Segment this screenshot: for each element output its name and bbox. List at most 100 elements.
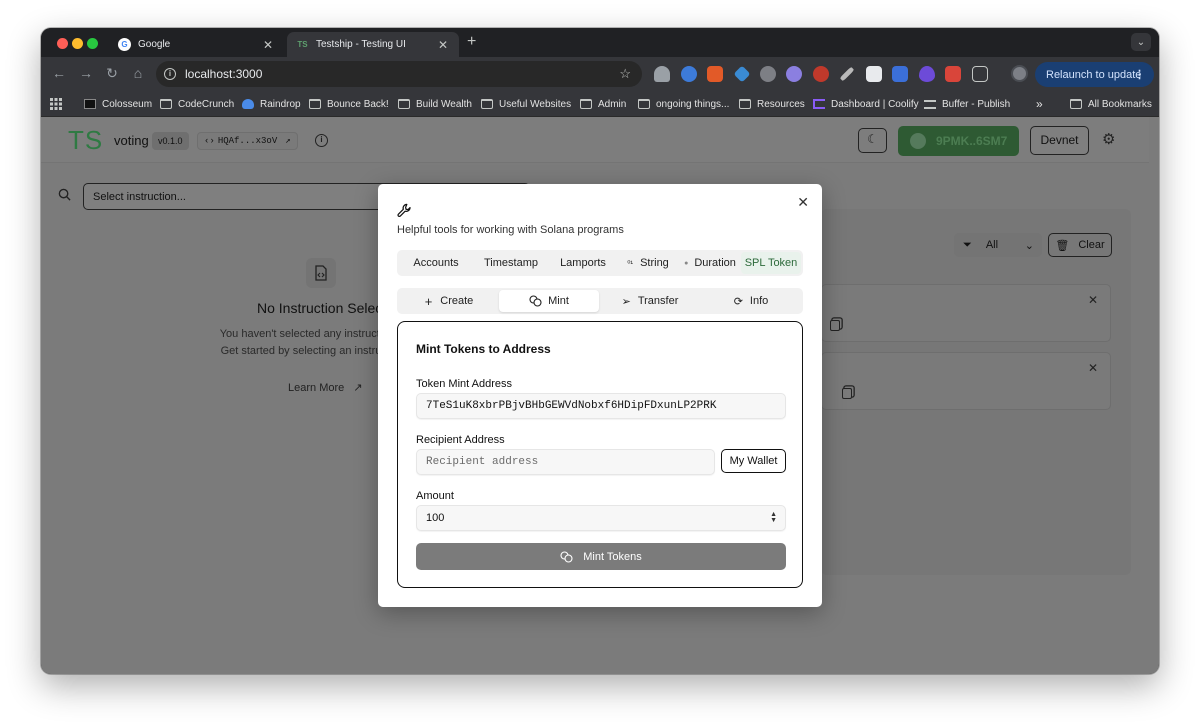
theme-toggle-button[interactable]: ☾ (858, 128, 887, 153)
site-info-icon[interactable]: i (164, 68, 176, 80)
eth-extension-icon[interactable] (919, 66, 935, 82)
mint-tokens-button[interactable]: Mint Tokens (416, 543, 786, 570)
bookmark-ongoing-things[interactable]: ongoing things... (638, 95, 729, 113)
app-logo: TS (68, 125, 104, 155)
tab-duration[interactable]: ● Duration (679, 252, 741, 274)
tab-testship[interactable]: TS Testship - Testing UI ✕ (287, 32, 459, 57)
info-icon[interactable]: i (315, 134, 328, 147)
recipient-input[interactable]: Recipient address (416, 449, 715, 475)
clear-button[interactable]: 🗑 Clear (1048, 233, 1112, 257)
close-icon[interactable]: ✕ (1088, 361, 1098, 375)
learn-more-link[interactable]: Learn More ↗ (288, 381, 363, 394)
tab-search-button[interactable]: ⌄ (1131, 33, 1151, 51)
settings-extension-icon[interactable] (760, 66, 776, 82)
close-tab-icon[interactable]: ✕ (436, 38, 450, 52)
tab-strip: G Google ✕ TS Testship - Testing UI ✕ + … (41, 28, 1159, 57)
relaunch-label: Relaunch to update (1046, 68, 1142, 81)
empty-state-title: No Instruction Selecte (257, 300, 394, 316)
amount-input[interactable]: 100 ▲ ▼ (416, 505, 786, 531)
extensions-puzzle-icon[interactable] (972, 66, 988, 82)
copy-icon[interactable] (830, 320, 840, 331)
bookmark-resources[interactable]: Resources (739, 95, 805, 113)
browser-toolbar: ← → ↻ ⌂ i localhost:3000 ☆ Relaunch to u… (41, 57, 1159, 91)
buffer-icon (924, 99, 936, 109)
relaunch-button[interactable]: Relaunch to update ⋮ (1035, 62, 1154, 87)
bookmark-codecrunch[interactable]: CodeCrunch (160, 95, 234, 113)
bookmark-build-wealth[interactable]: Build Wealth (398, 95, 472, 113)
refresh-icon: ⟳ (733, 295, 743, 308)
tab-create[interactable]: + Create (399, 290, 499, 312)
back-button[interactable]: ← (49, 63, 69, 83)
profile-avatar[interactable] (1011, 65, 1028, 82)
page-overlay[interactable]: TS voting v0.1.0 ‹› HQAf...x3oV ↗ i ☾ 9P… (41, 117, 1159, 674)
program-id-badge[interactable]: ‹› HQAf...x3oV ↗ (197, 132, 298, 150)
chat-extension-icon[interactable] (945, 66, 961, 82)
filter-select[interactable]: ⏷ All ⌄ (954, 233, 1042, 257)
tab-info[interactable]: ⟳ Info (701, 290, 801, 312)
frame-extension-icon[interactable] (866, 66, 882, 82)
minimize-window-button[interactable] (72, 38, 83, 49)
wallet-button[interactable]: 9PMK..6SM7 (898, 126, 1019, 156)
mint-address-input[interactable]: 7TeS1uK8xbrPBjvBHbGEWVdNobxf6HDipFDxunLP… (416, 393, 786, 419)
amount-label: Amount (416, 490, 454, 502)
network-button[interactable]: Devnet (1030, 126, 1089, 155)
pen-extension-icon[interactable] (839, 66, 855, 82)
more-menu-icon[interactable]: ⋮ (1134, 68, 1145, 81)
maximize-window-button[interactable] (87, 38, 98, 49)
program-name: voting (114, 133, 149, 148)
app-header: TS voting v0.1.0 ‹› HQAf...x3oV ↗ i ☾ 9P… (41, 117, 1149, 163)
diamond-extension-icon[interactable] (733, 65, 751, 83)
square-extension-icon[interactable] (892, 66, 908, 82)
result-card: ✕ (821, 284, 1111, 342)
close-icon[interactable]: ✕ (797, 194, 809, 211)
forward-button[interactable]: → (76, 63, 96, 83)
folder-icon (309, 99, 321, 109)
fox-extension-icon[interactable] (707, 66, 723, 82)
bookmark-bounce-back[interactable]: Bounce Back! (309, 95, 389, 113)
block-extension-icon[interactable] (813, 66, 829, 82)
folder-icon (160, 99, 172, 109)
home-button[interactable]: ⌂ (128, 63, 148, 83)
tab-mint[interactable]: Mint (499, 290, 599, 312)
tab-title: Testship - Testing UI (316, 39, 406, 50)
new-tab-button[interactable]: + (467, 33, 476, 51)
bookmark-useful-websites[interactable]: Useful Websites (481, 95, 571, 113)
tab-accounts[interactable]: Accounts (399, 252, 473, 274)
wallet-avatar-icon (910, 133, 926, 149)
tab-transfer[interactable]: ➢ Transfer (599, 290, 701, 312)
plus-icon: + (424, 293, 433, 309)
folder-icon (638, 99, 650, 109)
gear-icon[interactable]: ⚙ (1102, 130, 1115, 148)
apps-grid-icon[interactable] (50, 95, 62, 113)
result-card: ✕ (821, 352, 1111, 410)
copy-icon[interactable] (842, 388, 852, 399)
bookmarks-overflow-button[interactable]: » (1036, 95, 1043, 113)
chevron-down-icon: ⌄ (1024, 239, 1034, 252)
grammar-extension-icon[interactable] (681, 66, 697, 82)
tool-tabs: Accounts Timestamp Lamports ⁰¹ String ● Du… (397, 250, 803, 276)
reload-button[interactable]: ↻ (102, 63, 122, 83)
tab-timestamp[interactable]: Timestamp (473, 252, 549, 274)
tab-google[interactable]: G Google ✕ (109, 32, 284, 57)
tab-string[interactable]: ⁰¹ String (617, 252, 679, 274)
address-bar[interactable]: i localhost:3000 ☆ (156, 61, 642, 87)
close-tab-icon[interactable]: ✕ (261, 38, 275, 52)
bookmark-buffer[interactable]: Buffer - Publish (924, 95, 1010, 113)
bookmark-colosseum[interactable]: Colosseum (84, 95, 152, 113)
close-window-button[interactable] (57, 38, 68, 49)
folder-icon (398, 99, 410, 109)
tab-spl-token[interactable]: SPL Token (741, 252, 801, 274)
tab-lamports[interactable]: Lamports (549, 252, 617, 274)
bookmark-star-icon[interactable]: ☆ (619, 66, 631, 82)
number-stepper-icon[interactable]: ▲ ▼ (770, 511, 777, 524)
folder-icon (580, 99, 592, 109)
bookmark-coolify[interactable]: Dashboard | Coolify (813, 95, 919, 113)
cloud-extension-icon[interactable] (654, 66, 670, 82)
wrench-icon (397, 203, 411, 218)
bookmark-raindrop[interactable]: Raindrop (242, 95, 301, 113)
all-bookmarks-button[interactable]: All Bookmarks (1070, 95, 1152, 113)
bookmark-admin[interactable]: Admin (580, 95, 626, 113)
my-wallet-button[interactable]: My Wallet (721, 449, 786, 473)
close-icon[interactable]: ✕ (1088, 293, 1098, 307)
phantom-extension-icon[interactable] (786, 66, 802, 82)
